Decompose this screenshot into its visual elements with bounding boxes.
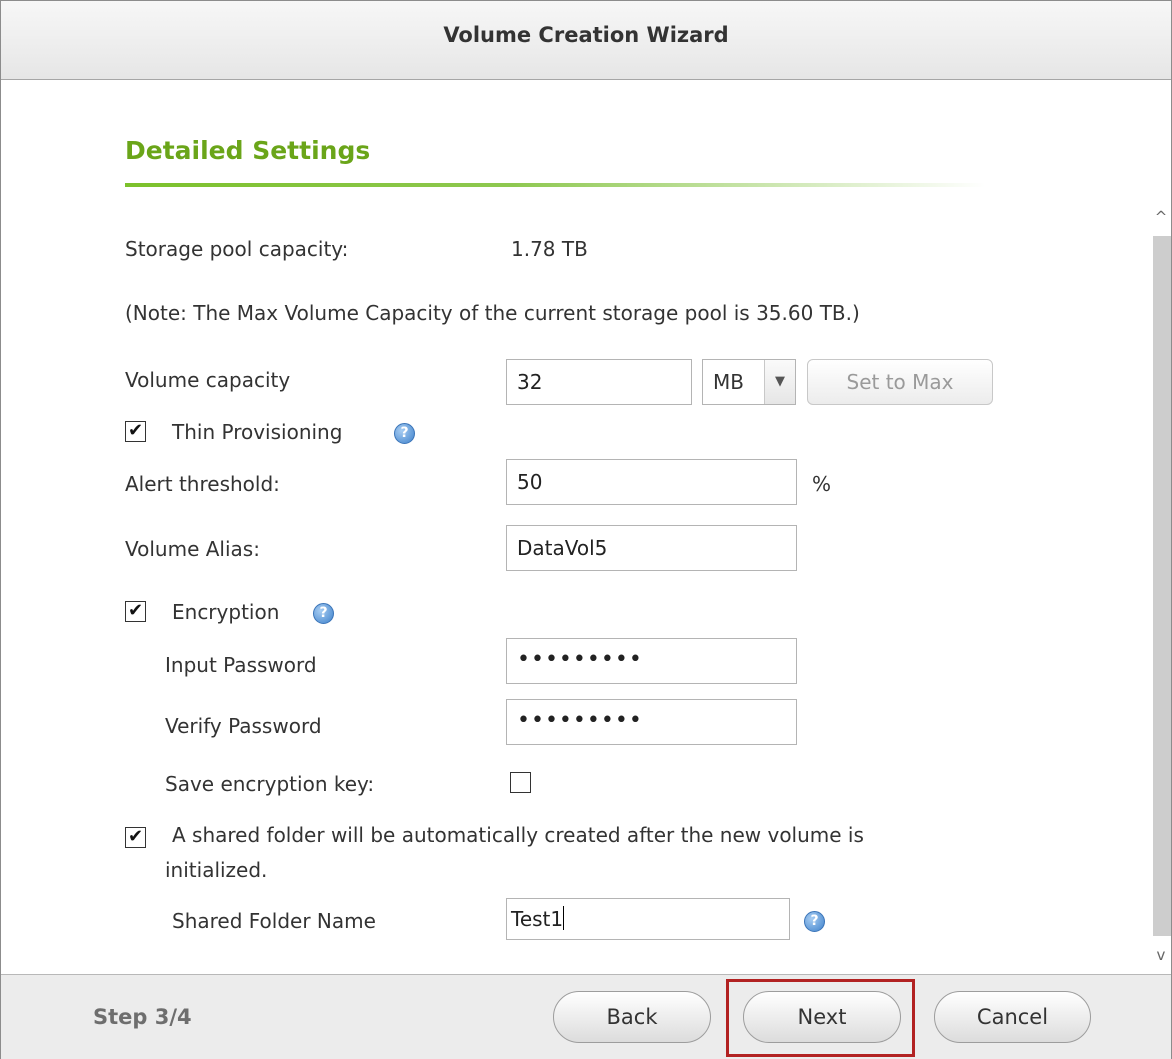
step-indicator: Step 3/4 — [93, 1005, 192, 1029]
encryption-label: Encryption — [172, 600, 280, 624]
back-button[interactable]: Back — [553, 991, 711, 1043]
section-divider — [125, 183, 985, 187]
wizard-footer: Step 3/4 Back Next Cancel — [1, 974, 1171, 1059]
volume-capacity-label: Volume capacity — [125, 368, 291, 392]
shared-folder-name-input[interactable]: Test1 — [506, 898, 790, 940]
verify-password-label: Verify Password — [165, 714, 322, 738]
scrollbar-thumb[interactable] — [1153, 236, 1171, 936]
alert-threshold-input[interactable]: 50 — [506, 459, 797, 505]
volume-alias-input[interactable]: DataVol5 — [506, 525, 797, 571]
help-icon[interactable]: ? — [804, 911, 825, 932]
capacity-unit-select[interactable]: MB ▼ — [702, 359, 796, 405]
wizard-window: Volume Creation Wizard Detailed Settings… — [0, 0, 1172, 1059]
shared-folder-description-cont: initialized. — [165, 858, 268, 882]
encryption-checkbox[interactable]: ✔ — [125, 601, 146, 622]
shared-folder-description: A shared folder will be automatically cr… — [172, 823, 864, 847]
shared-folder-checkbox[interactable]: ✔ — [125, 827, 146, 848]
storage-pool-capacity-value: 1.78 TB — [511, 237, 588, 261]
cancel-button[interactable]: Cancel — [934, 991, 1091, 1043]
input-password-field[interactable]: ••••••••• — [506, 638, 797, 684]
verify-password-field[interactable]: ••••••••• — [506, 699, 797, 745]
volume-capacity-input[interactable]: 32 — [506, 359, 692, 405]
save-encryption-key-label: Save encryption key: — [165, 772, 375, 796]
window-title: Volume Creation Wizard — [1, 1, 1171, 80]
capacity-unit-value: MB — [713, 370, 744, 394]
shared-folder-name-value: Test1 — [511, 907, 564, 931]
wizard-content: Detailed Settings Storage pool capacity:… — [1, 80, 1171, 974]
scroll-up-icon[interactable]: ^ — [1151, 198, 1171, 236]
shared-folder-name-label: Shared Folder Name — [172, 909, 376, 933]
alert-threshold-unit: % — [812, 472, 832, 496]
scroll-down-icon[interactable]: v — [1151, 936, 1171, 974]
thin-provisioning-checkbox[interactable]: ✔ — [125, 421, 146, 442]
volume-alias-label: Volume Alias: — [125, 537, 260, 561]
set-to-max-button[interactable]: Set to Max — [807, 359, 993, 405]
next-button-highlight — [726, 979, 915, 1057]
chevron-down-icon[interactable]: ▼ — [764, 360, 795, 404]
help-icon[interactable]: ? — [313, 603, 334, 624]
text-cursor — [563, 906, 565, 930]
save-encryption-key-checkbox[interactable] — [510, 772, 531, 793]
help-icon[interactable]: ? — [394, 423, 415, 444]
alert-threshold-label: Alert threshold: — [125, 472, 280, 496]
section-title: Detailed Settings — [125, 136, 371, 165]
max-capacity-note: (Note: The Max Volume Capacity of the cu… — [125, 301, 860, 325]
scrollbar[interactable]: ^ v — [1151, 198, 1171, 974]
thin-provisioning-label: Thin Provisioning — [172, 420, 343, 444]
storage-pool-capacity-label: Storage pool capacity: — [125, 237, 349, 261]
input-password-label: Input Password — [165, 653, 317, 677]
